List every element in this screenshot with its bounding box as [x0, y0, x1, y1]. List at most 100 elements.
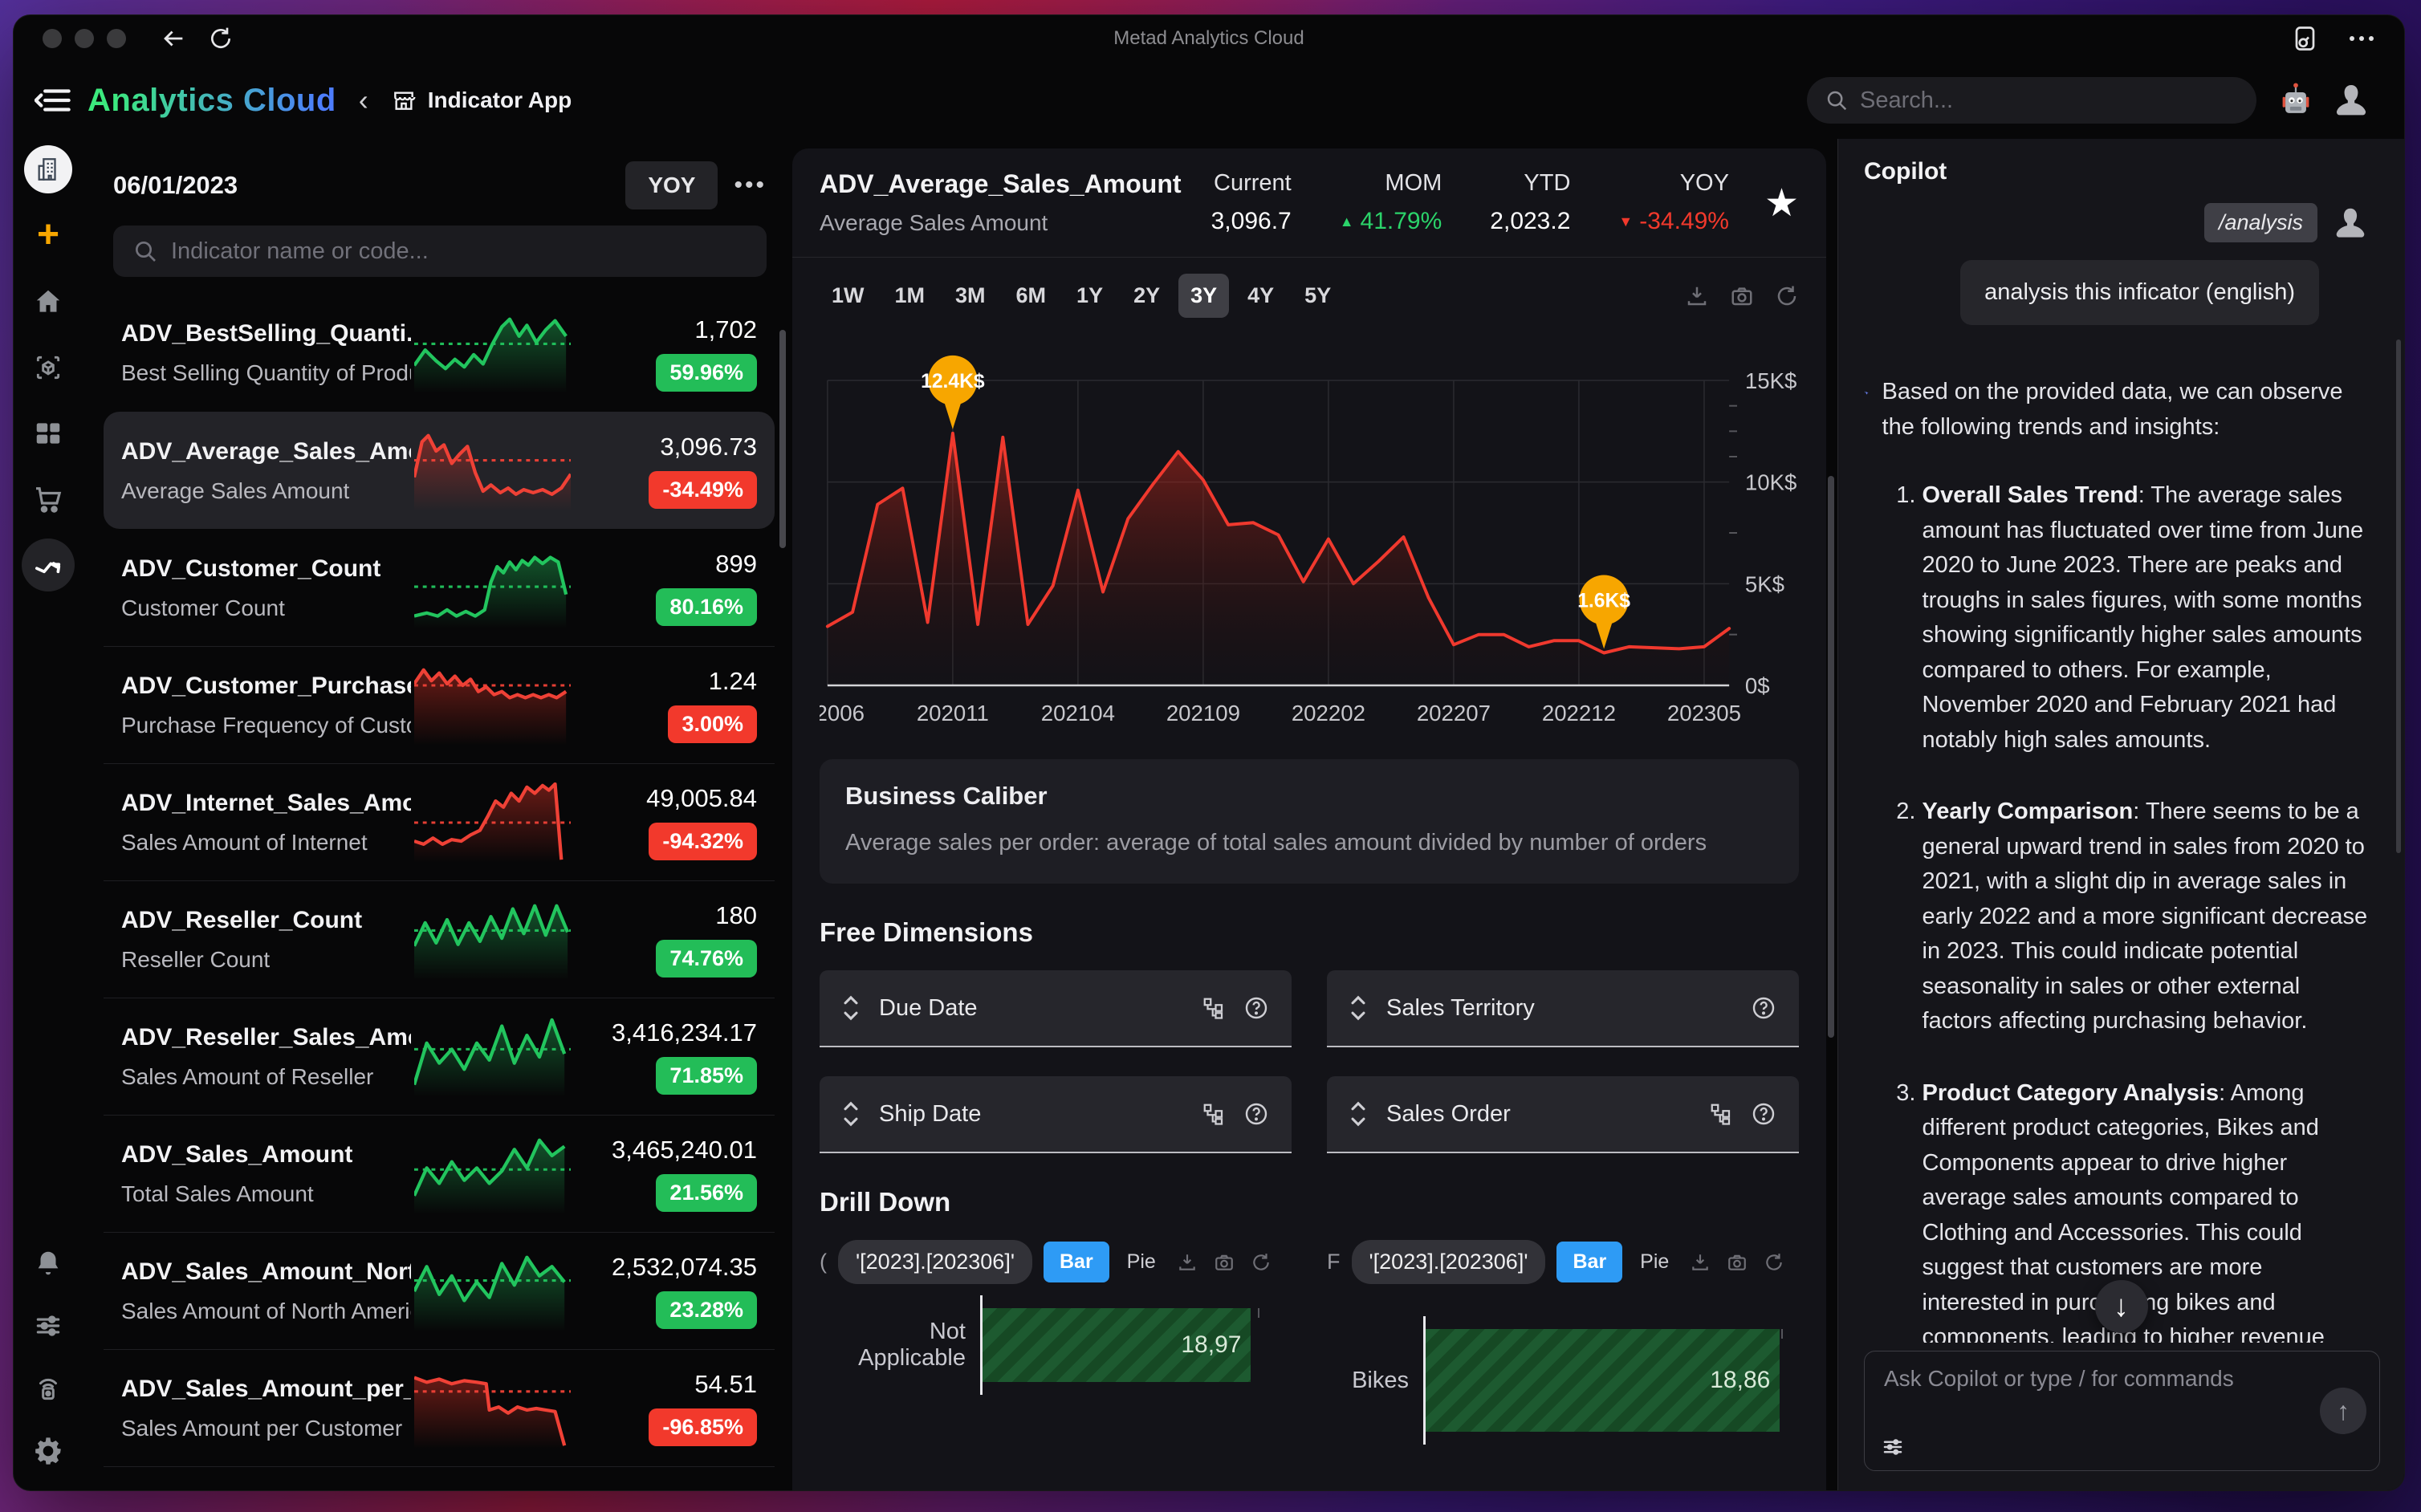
chart-type-pie-button[interactable]: Pie [1121, 1242, 1162, 1282]
sparkline-chart [414, 1017, 571, 1097]
screenshot-chart-button[interactable] [1727, 1252, 1748, 1273]
drill-column-category: F '[2023].[202306]' Bar Pie [1327, 1240, 1799, 1490]
copilot-input[interactable] [1884, 1366, 2299, 1392]
indicator-metrics: 3,465,240.01 21.56% [574, 1136, 757, 1212]
favorite-star-button[interactable]: ★ [1764, 181, 1799, 226]
preferences-button[interactable] [30, 1307, 67, 1344]
main-chart[interactable]: 2020062020112021042021092022022022072022… [820, 323, 1799, 740]
sidebar-item-home[interactable] [30, 283, 67, 320]
range-tab-1m[interactable]: 1M [883, 274, 938, 318]
refresh-chart-button[interactable] [1775, 284, 1799, 308]
window-zoom-button[interactable] [107, 29, 126, 48]
indicator-list-item[interactable]: ADV_BestSelling_Quanti...★ Best Selling … [104, 295, 775, 412]
indicator-list-item[interactable]: ADV_Sales_Amount_per_R...★ 18,978.08 [104, 1466, 775, 1490]
sparkle-icon [1864, 375, 1870, 412]
devices-button[interactable] [30, 1370, 67, 1407]
hierarchy-button[interactable] [1202, 1102, 1226, 1126]
sidebar-toggle-button[interactable] [35, 86, 71, 115]
drill-bar-chart[interactable]: Not Applicable 18,97 [820, 1308, 1292, 1490]
hierarchy-button[interactable] [1202, 996, 1226, 1020]
svg-text:202011: 202011 [917, 701, 989, 726]
list-more-button[interactable]: ••• [734, 172, 767, 199]
date-selector[interactable]: 06/01/2023 [113, 171, 238, 200]
scroll-to-bottom-button[interactable]: ↓ [2095, 1280, 2148, 1333]
range-tab-3y[interactable]: 3Y [1178, 274, 1229, 318]
indicator-list-item[interactable]: ADV_Reseller_Sales_Amount★ Sales Amount … [104, 998, 775, 1115]
download-chart-button[interactable] [1685, 284, 1709, 308]
chart-type-pie-button[interactable]: Pie [1634, 1242, 1675, 1282]
notifications-button[interactable] [30, 1245, 67, 1282]
indicator-list-item[interactable]: ADV_Reseller_Count★ Reseller Count 180 7… [104, 880, 775, 998]
breadcrumb-back-button[interactable]: ‹ [352, 83, 375, 117]
chart-type-bar-button[interactable]: Bar [1556, 1242, 1622, 1282]
chart-type-bar-button[interactable]: Bar [1044, 1242, 1109, 1282]
help-button[interactable] [1751, 995, 1776, 1021]
drill-bar-chart[interactable]: Bikes 18,86 [1327, 1329, 1799, 1490]
free-dimension-card[interactable]: Sales Order [1327, 1076, 1799, 1153]
bar[interactable]: 18,97 [983, 1308, 1251, 1382]
free-dimension-card[interactable]: Due Date [820, 970, 1292, 1047]
download-chart-button[interactable] [1690, 1252, 1711, 1273]
indicator-search-input[interactable] [171, 238, 747, 265]
app-window: Metad Analytics Cloud Analytics Cloud ‹ … [13, 14, 2405, 1491]
range-tab-2y[interactable]: 2Y [1121, 274, 1172, 318]
indicator-list-item[interactable]: ADV_Sales_Amount_North...★ Sales Amount … [104, 1232, 775, 1349]
list-scrollbar-thumb[interactable] [779, 330, 786, 548]
copilot-options-button[interactable] [1881, 1435, 1905, 1459]
global-search-input[interactable] [1860, 87, 2239, 114]
window-minimize-button[interactable] [75, 29, 94, 48]
range-tab-3m[interactable]: 3M [943, 274, 998, 318]
drill-member-chip[interactable]: '[2023].[202306]' [838, 1240, 1032, 1284]
refresh-button[interactable] [208, 26, 234, 51]
range-tab-1w[interactable]: 1W [820, 274, 877, 318]
window-close-button[interactable] [43, 29, 62, 48]
user-avatar-button[interactable] [2332, 81, 2370, 120]
main-scrollbar-thumb[interactable] [1828, 476, 1834, 1038]
help-button[interactable] [1243, 1101, 1269, 1127]
dimension-label: Sales Order [1386, 1101, 1511, 1128]
search-icon [1825, 88, 1849, 112]
indicator-list-item[interactable]: ADV_Customer_Count★ Customer Count 899 8… [104, 529, 775, 646]
sidebar-item-indicators[interactable] [22, 539, 75, 591]
settings-button[interactable] [30, 1433, 67, 1469]
range-tab-6m[interactable]: 6M [1004, 274, 1059, 318]
bar[interactable]: 18,86 [1426, 1329, 1780, 1432]
bar-row: Not Applicable 18,97 [820, 1308, 1292, 1382]
window-more-button[interactable] [2348, 35, 2375, 43]
indicator-list-item[interactable]: ADV_Sales_Amount★ Total Sales Amount 3,4… [104, 1115, 775, 1232]
sidebar-item-models[interactable] [30, 349, 67, 386]
dimension-label: Due Date [879, 995, 978, 1022]
download-chart-button[interactable] [1177, 1252, 1198, 1273]
indicator-search[interactable] [113, 226, 767, 277]
trending-up-icon [32, 549, 64, 581]
help-button[interactable] [1751, 1101, 1776, 1127]
refresh-chart-button[interactable] [1764, 1252, 1784, 1273]
range-tab-4y[interactable]: 4Y [1235, 274, 1286, 318]
copilot-scrollbar-thumb[interactable] [2396, 339, 2401, 853]
range-tab-5y[interactable]: 5Y [1292, 274, 1343, 318]
comparison-mode-button[interactable]: YOY [625, 161, 718, 209]
free-dimension-card[interactable]: Ship Date [820, 1076, 1292, 1153]
sidebar-item-sales[interactable] [30, 481, 67, 518]
page-search-button[interactable] [2292, 24, 2321, 53]
org-avatar-button[interactable] [24, 145, 72, 193]
indicator-list-item[interactable]: ADV_Internet_Sales_Amou...★ Sales Amount… [104, 763, 775, 880]
help-button[interactable] [1243, 995, 1269, 1021]
refresh-chart-button[interactable] [1251, 1252, 1272, 1273]
global-search[interactable] [1807, 77, 2256, 124]
breadcrumb-app[interactable]: Indicator App [391, 87, 572, 113]
indicator-list-item[interactable]: ADV_Average_Sales_Amou...★ Average Sales… [104, 412, 775, 529]
free-dimension-card[interactable]: Sales Territory [1327, 970, 1799, 1047]
copilot-robot-button[interactable] [2277, 82, 2314, 119]
add-indicator-button[interactable]: + [37, 216, 59, 254]
range-tab-1y[interactable]: 1Y [1064, 274, 1115, 318]
indicator-list-item[interactable]: ADV_Customer_Purchase_...★ Purchase Freq… [104, 646, 775, 763]
screenshot-chart-button[interactable] [1214, 1252, 1235, 1273]
sidebar-item-dashboards[interactable] [30, 415, 67, 452]
indicator-list-item[interactable]: ADV_Sales_Amount_per_C...★ Sales Amount … [104, 1349, 775, 1466]
back-button[interactable] [160, 25, 187, 52]
screenshot-chart-button[interactable] [1730, 284, 1754, 308]
hierarchy-button[interactable] [1709, 1102, 1733, 1126]
send-button[interactable]: ↑ [2320, 1388, 2366, 1434]
drill-member-chip[interactable]: '[2023].[202306]' [1352, 1240, 1546, 1284]
